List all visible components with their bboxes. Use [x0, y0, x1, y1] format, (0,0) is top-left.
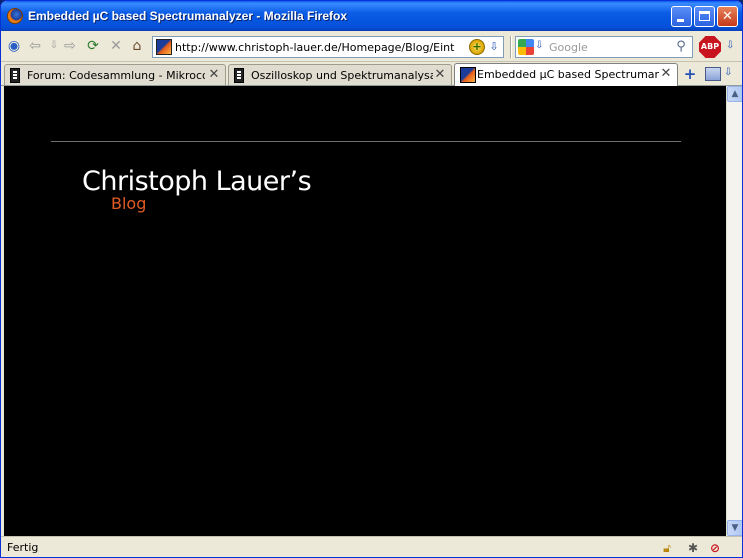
- tab-favicon: [234, 68, 244, 83]
- home-button[interactable]: ⌂: [128, 37, 146, 55]
- search-icon[interactable]: ⚲: [673, 39, 689, 55]
- url-history-dropdown[interactable]: ⇩: [487, 40, 501, 54]
- close-icon: ✕: [208, 67, 220, 82]
- arrow-down-icon: ▼: [731, 523, 739, 533]
- plus-icon: +: [683, 65, 697, 83]
- no-script-icon[interactable]: ⊘: [707, 540, 723, 556]
- adblock-button[interactable]: ABP: [699, 36, 721, 58]
- page-content: Christoph Lauer’s Blog: [4, 86, 726, 536]
- chevron-down-icon: ⇩: [489, 40, 499, 53]
- toolbar-separator: [510, 36, 512, 58]
- minimize-button[interactable]: [671, 6, 692, 27]
- close-icon: ✕: [660, 66, 672, 81]
- bug-icon[interactable]: ✱: [685, 540, 701, 556]
- reload-button[interactable]: ⟳: [84, 37, 102, 55]
- status-bar: Fertig 🔓︎ ✱ ⊘: [1, 536, 742, 557]
- vertical-scrollbar[interactable]: ▲ ▼: [726, 86, 742, 536]
- search-engine-dropdown[interactable]: ⇩: [535, 40, 543, 51]
- scroll-down-button[interactable]: ▼: [727, 520, 742, 536]
- url-bar[interactable]: + ⇩: [152, 36, 504, 58]
- minimize-icon: [677, 19, 684, 22]
- header-divider: [51, 141, 681, 142]
- home-icon: ⌂: [132, 38, 142, 54]
- close-icon: ✕: [434, 67, 446, 82]
- globe-icon[interactable]: ◉: [5, 37, 23, 55]
- logo-subtitle: Blog: [111, 194, 147, 213]
- close-window-button[interactable]: ✕: [717, 6, 738, 27]
- close-icon: ✕: [722, 9, 733, 24]
- title-bar: Embedded µC based Spectrumanalyzer - Moz…: [1, 1, 742, 31]
- forward-button[interactable]: ⇨: [61, 37, 79, 55]
- maximize-icon: [699, 11, 710, 21]
- lock-icon[interactable]: 🔓︎: [659, 540, 675, 556]
- window-title: Embedded µC based Spectrumanalyzer - Moz…: [28, 9, 347, 23]
- chevron-down-icon: ⇩: [49, 40, 59, 51]
- new-tab-button[interactable]: +: [683, 66, 697, 82]
- site-favicon: [156, 39, 172, 55]
- close-tab-button[interactable]: ✕: [660, 67, 672, 81]
- back-button[interactable]: ⇦: [26, 37, 44, 55]
- back-arrow-icon: ⇦: [29, 38, 41, 54]
- tab-label: Oszilloskop und Spektrumanalysator...: [251, 69, 433, 82]
- arrow-up-icon: ▲: [731, 89, 739, 99]
- browser-window: Embedded µC based Spectrumanalyzer - Moz…: [0, 0, 743, 558]
- firefox-icon: [7, 8, 23, 24]
- tab-favicon: [460, 67, 476, 83]
- tab-label: Forum: Codesammlung - Mikrocontr...: [27, 69, 205, 82]
- tab-spectrumanalyzer[interactable]: Embedded µC based Spectrumanaly... ✕: [454, 63, 678, 86]
- search-bar[interactable]: ⇩ ⚲: [515, 36, 693, 58]
- stop-icon: ✕: [110, 38, 122, 54]
- tab-list-button[interactable]: [705, 67, 721, 81]
- reload-icon: ⟳: [87, 38, 99, 54]
- tab-favicon: [10, 68, 20, 83]
- status-text: Fertig: [7, 541, 39, 554]
- blog-logo[interactable]: Christoph Lauer’s Blog: [82, 166, 342, 218]
- adblock-dropdown[interactable]: ⇩: [726, 40, 734, 51]
- maximize-button[interactable]: [694, 6, 715, 27]
- logo-name: Christoph Lauer’s: [82, 166, 312, 197]
- tab-forum[interactable]: Forum: Codesammlung - Mikrocontr... ✕: [4, 64, 226, 85]
- tab-oszilloskop[interactable]: Oszilloskop und Spektrumanalysator... ✕: [228, 64, 452, 85]
- scroll-up-button[interactable]: ▲: [727, 86, 742, 102]
- search-input[interactable]: [549, 39, 669, 55]
- navigation-toolbar: ◉ ⇦ ⇩ ⇨ ⟳ ✕ ⌂ + ⇩ ⇩ ⚲ ABP ⇩: [1, 31, 742, 62]
- stop-button[interactable]: ✕: [107, 37, 125, 55]
- tab-bar: Forum: Codesammlung - Mikrocontr... ✕ Os…: [1, 63, 742, 86]
- url-input[interactable]: [175, 39, 455, 55]
- tab-label: Embedded µC based Spectrumanaly...: [477, 68, 659, 81]
- close-tab-button[interactable]: ✕: [434, 68, 446, 82]
- go-icon[interactable]: +: [469, 39, 485, 55]
- chevron-down-icon: ⇩: [724, 67, 733, 78]
- close-tab-button[interactable]: ✕: [208, 68, 220, 82]
- google-icon[interactable]: [518, 39, 534, 55]
- tab-list-dropdown[interactable]: ⇩: [724, 67, 732, 78]
- forward-arrow-icon: ⇨: [64, 38, 76, 54]
